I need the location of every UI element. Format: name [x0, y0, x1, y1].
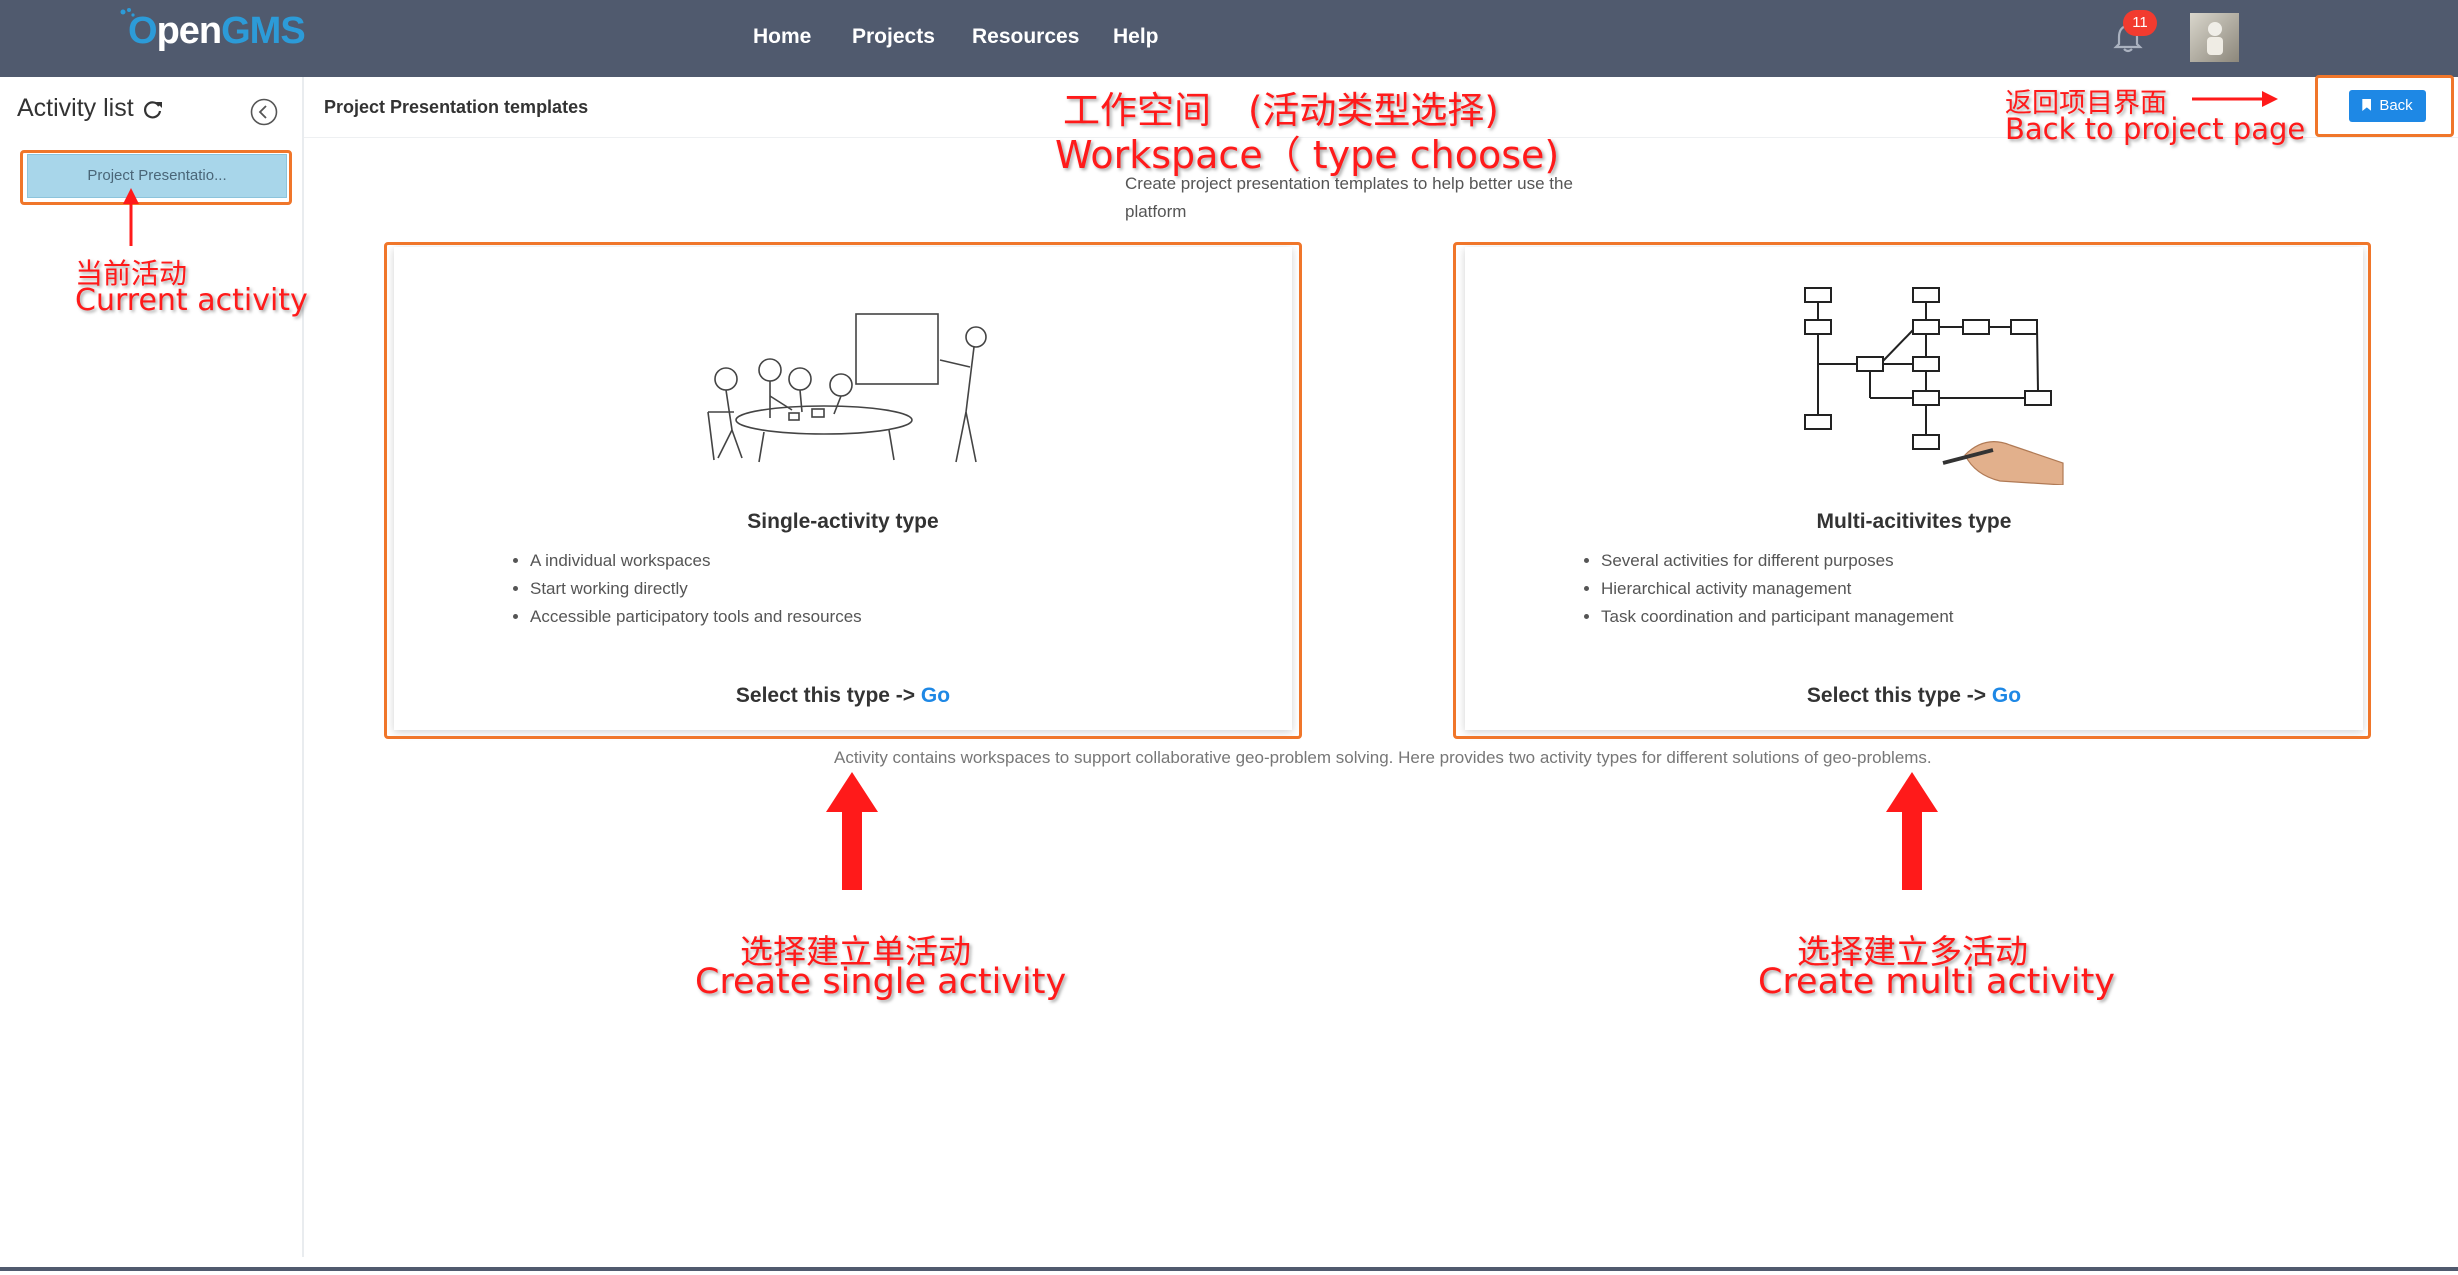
page-title: Project Presentation templates [324, 97, 589, 117]
top-navbar [0, 0, 2458, 77]
arrow-up-small-icon [123, 188, 139, 246]
back-button-highlight [2315, 75, 2454, 137]
nav-help[interactable]: Help [1113, 25, 1159, 49]
single-annotation-en: Create single activity [695, 962, 1067, 1002]
nav-home[interactable]: Home [753, 25, 811, 49]
current-annotation-en: Current activity [75, 283, 308, 318]
logo-dots-icon [120, 8, 135, 17]
refresh-icon[interactable] [142, 99, 164, 121]
sidebar-title: Activity list [17, 94, 134, 122]
chevron-left-circle-icon[interactable] [249, 97, 279, 127]
arrow-right-icon [2192, 91, 2278, 107]
nav-resources[interactable]: Resources [972, 25, 1079, 49]
workspace-annotation-en: Workspace（ type choose) [1055, 133, 1560, 177]
activity-note: Activity contains workspaces to support … [834, 748, 1932, 767]
bottom-divider [0, 1267, 2458, 1271]
multi-annotation-en: Create multi activity [1758, 962, 2116, 1002]
nav-projects[interactable]: Projects [852, 25, 935, 49]
opengms-logo[interactable]: OpenGMS [128, 10, 306, 53]
arrow-up-large-icon [1886, 772, 1938, 890]
arrow-up-large-icon [826, 772, 878, 890]
single-card-highlight [384, 242, 1302, 739]
back-annotation-en: Back to project page [2005, 112, 2306, 146]
avatar-figure-icon [2207, 22, 2223, 55]
multi-card-highlight [1453, 242, 2371, 739]
user-avatar[interactable] [2190, 13, 2239, 62]
current-activity-highlight [20, 150, 292, 205]
notification-badge: 11 [2123, 10, 2157, 36]
